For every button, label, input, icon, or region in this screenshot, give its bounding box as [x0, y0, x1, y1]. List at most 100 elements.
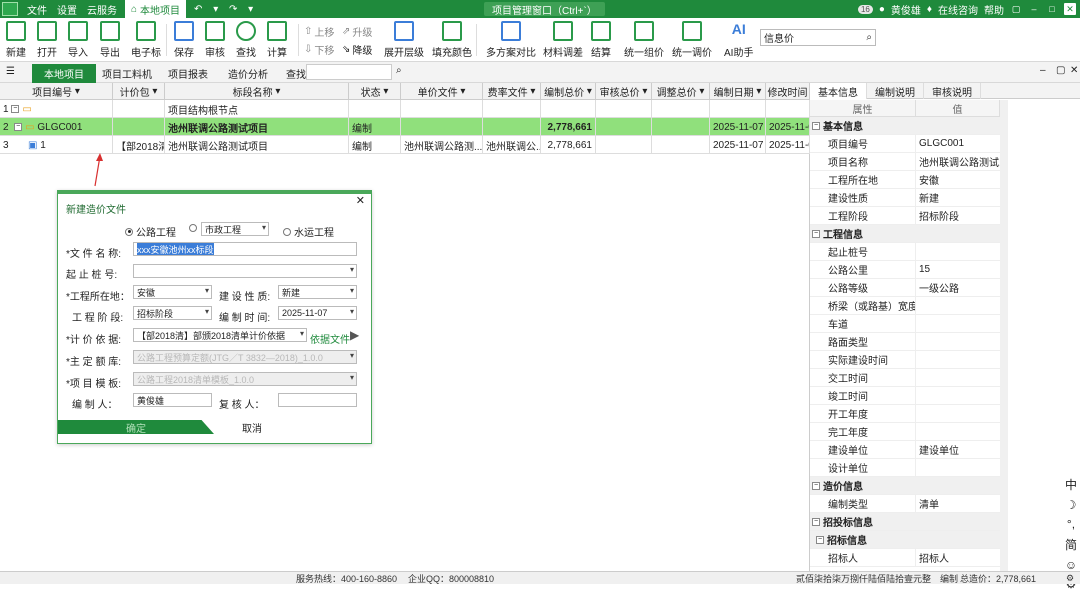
basis-select[interactable]: 【部2018清】部颁2018清单计价依据 ▾	[133, 328, 307, 342]
radio-water[interactable]: 水运工程	[283, 224, 334, 239]
tab-basic-info[interactable]: 基本信息	[810, 83, 867, 99]
expand-level-button[interactable]: 展开层级	[384, 18, 424, 62]
online-consult[interactable]: 在线咨询	[938, 2, 978, 17]
property-row[interactable]: 建设性质 新建	[810, 189, 1000, 207]
property-row[interactable]: 完工年度	[810, 423, 1000, 441]
property-value[interactable]	[916, 351, 1000, 368]
author-input[interactable]: 黄俊雄	[133, 393, 212, 407]
tab-review-notes[interactable]: 审核说明	[924, 83, 981, 99]
tab-cost-analysis[interactable]: 造价分析	[216, 64, 280, 83]
property-value[interactable]: 一级公路	[916, 279, 1000, 296]
chinese-mode-icon[interactable]: 中	[1065, 476, 1077, 493]
menu-settings[interactable]: 设置	[57, 2, 77, 17]
user-name[interactable]: 黄俊雄	[891, 2, 921, 17]
search-button[interactable]: 查找	[236, 18, 256, 62]
close-icon[interactable]: ✕	[356, 194, 365, 207]
minimize-icon[interactable]: –	[1040, 65, 1046, 76]
municipal-select[interactable]: 市政工程 ▾	[201, 222, 269, 236]
property-value[interactable]	[916, 423, 1000, 440]
settle-button[interactable]: 结算	[591, 18, 611, 62]
collapse-icon[interactable]: −	[812, 517, 820, 526]
property-value[interactable]: 15	[916, 261, 1000, 278]
play-icon[interactable]: ▶	[350, 328, 359, 342]
tab-project-reports[interactable]: 项目报表	[156, 64, 220, 83]
property-value[interactable]: GLGC001	[916, 135, 1000, 152]
property-value[interactable]	[916, 369, 1000, 386]
collapse-icon[interactable]: −	[812, 481, 820, 490]
review-button[interactable]: 审核	[205, 18, 225, 62]
info-price-search[interactable]: 信息价 ⌕	[760, 29, 876, 46]
property-row[interactable]: 项目名称 池州联调公路测试...	[810, 153, 1000, 171]
property-row[interactable]: 竣工时间	[810, 387, 1000, 405]
property-value[interactable]: 招标阶段	[916, 207, 1000, 224]
tab-project-materials[interactable]: 项目工料机	[90, 64, 164, 83]
calc-button[interactable]: 计算	[267, 18, 287, 62]
unify-price-button[interactable]: 统一组价	[624, 18, 664, 62]
export-button[interactable]: 导出	[100, 18, 120, 62]
punctuation-icon[interactable]: °,	[1067, 517, 1075, 531]
property-subsection[interactable]: − 招标信息	[810, 531, 1000, 549]
close-icon[interactable]: ✕	[1064, 3, 1076, 15]
property-value[interactable]	[916, 243, 1000, 260]
property-row[interactable]: 工程所在地 安徽	[810, 171, 1000, 189]
emoji-icon[interactable]: ☺	[1065, 558, 1077, 572]
date-picker[interactable]: 2025-11-07 ▾	[278, 306, 357, 320]
table-row[interactable]: 2 − ▭ GLGC001 池州联调公路测试项目 编制 2,778,661 202…	[0, 118, 810, 136]
search-icon[interactable]: ⌕	[396, 65, 402, 76]
property-scrollbar[interactable]	[1000, 100, 1008, 571]
save-button[interactable]: 保存	[174, 18, 194, 62]
col-adjust-total[interactable]: 调整总价 ▾	[652, 83, 710, 100]
checker-input[interactable]	[278, 393, 357, 407]
collapse-icon[interactable]: −	[11, 105, 20, 113]
col-date[interactable]: 编制日期 ▾	[710, 83, 766, 100]
tab-local-projects[interactable]: 本地项目	[32, 64, 96, 83]
basis-file-link[interactable]: 依据文件	[310, 331, 350, 346]
move-down-button[interactable]: ⇩ 下移	[304, 42, 334, 57]
table-row[interactable]: 3 ▣ 1 【部2018清】 池州联调公路测试项目 编制 池州联调公路测... …	[0, 136, 810, 154]
property-row[interactable]: 设计单位	[810, 459, 1000, 477]
property-value[interactable]	[916, 387, 1000, 404]
minimize-icon[interactable]: –	[1028, 3, 1040, 15]
property-value[interactable]	[916, 333, 1000, 350]
col-status[interactable]: 状态 ▾	[349, 83, 401, 100]
help-menu[interactable]: 帮助	[984, 2, 1004, 17]
property-section[interactable]: − 造价信息	[810, 477, 1000, 495]
radio-highway[interactable]: 公路工程	[125, 224, 176, 239]
tab-compile-notes[interactable]: 编制说明	[867, 83, 924, 99]
menu-file[interactable]: 文件	[27, 2, 47, 17]
simplified-icon[interactable]: 简	[1065, 536, 1077, 553]
property-section[interactable]: − 招投标信息	[810, 513, 1000, 531]
property-row[interactable]: 项目编号 GLGC001	[810, 135, 1000, 153]
property-row[interactable]: 路面类型	[810, 333, 1000, 351]
find-input[interactable]	[306, 64, 392, 80]
property-value[interactable]	[916, 297, 1000, 314]
close-icon[interactable]: ✕	[1070, 65, 1078, 76]
col-project-code[interactable]: 项目编号 ▾	[0, 83, 113, 100]
new-button[interactable]: 新建	[6, 18, 26, 62]
nature-select[interactable]: 新建 ▾	[278, 285, 357, 299]
property-value[interactable]: 池州联调公路测试...	[916, 153, 1000, 170]
property-value[interactable]: 清单	[916, 495, 1000, 512]
property-row[interactable]: 编制类型 清单	[810, 495, 1000, 513]
col-total[interactable]: 编制总价 ▾	[541, 83, 596, 100]
move-up-button[interactable]: ⇧ 上移	[304, 24, 334, 39]
unify-adjust-button[interactable]: 统一调价	[672, 18, 712, 62]
property-value[interactable]	[916, 459, 1000, 476]
property-row[interactable]: 公路公里 15	[810, 261, 1000, 279]
stake-select[interactable]: ▾	[133, 264, 357, 278]
property-section[interactable]: − 工程信息	[810, 225, 1000, 243]
collapse-icon[interactable]: −	[14, 123, 23, 131]
moon-icon[interactable]: ☽	[1066, 498, 1077, 512]
undo-redo-icons[interactable]: ↶ ▾ ↷ ▾	[194, 4, 257, 15]
ai-assistant-button[interactable]: AI AI助手	[724, 18, 753, 62]
menu-cloud[interactable]: 云服务	[87, 2, 117, 17]
collapse-icon[interactable]: −	[816, 535, 824, 544]
property-row[interactable]: 起止桩号	[810, 243, 1000, 261]
stage-select[interactable]: 招标阶段 ▾	[133, 306, 212, 320]
restore-icon[interactable]: ▢	[1010, 3, 1022, 15]
property-row[interactable]: 车道	[810, 315, 1000, 333]
compare-button[interactable]: 多方案对比	[486, 18, 536, 62]
collapse-icon[interactable]: −	[812, 121, 820, 130]
material-adjust-button[interactable]: 材料调差	[543, 18, 583, 62]
location-select[interactable]: 安徽 ▾	[133, 285, 212, 299]
